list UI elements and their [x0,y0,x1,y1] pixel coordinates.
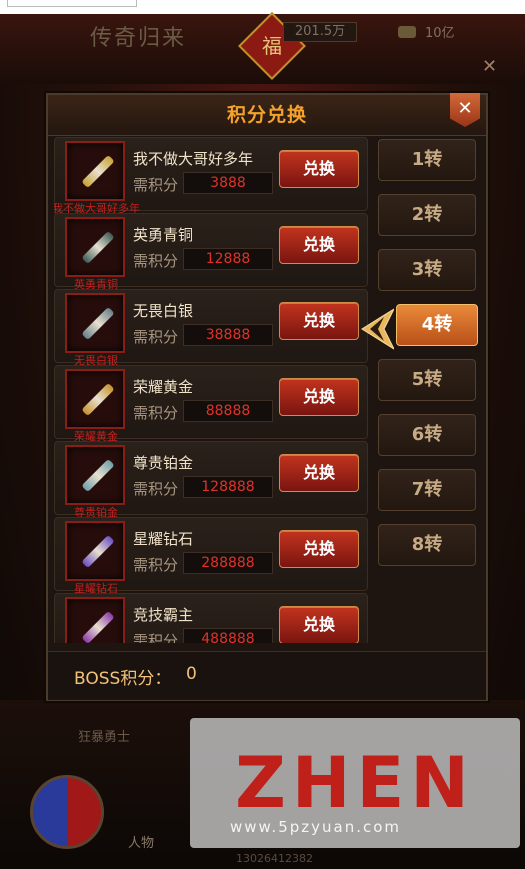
tier-tab[interactable]: 1转 [378,139,476,181]
blade-shape [81,610,115,643]
background-game-title: 传奇归来 [90,26,187,51]
item-name: 英勇青铜 [133,226,194,244]
top-input-box [7,0,137,7]
background-bottom-label: 狂暴勇士 [78,730,131,745]
required-points: 488888 [183,628,273,643]
blade-shape [81,306,115,341]
weapon-icon [65,293,125,353]
exchange-button[interactable]: 兑换 [279,378,359,416]
person-tab[interactable]: 人物 [128,832,154,851]
need-points-label: 需积分 [133,480,179,498]
item-name: 竞技霸主 [133,606,194,624]
required-points: 38888 [183,324,273,346]
background-stat: 201.5万 [283,22,357,42]
watermark: ZHEN www.5pzyuan.com [190,718,520,848]
points-exchange-dialog: 积分兑换 ✕ 我不做大哥好多年 我不做大哥好多年 需积分 3888 兑换 英勇青铜 英勇青铜… [46,93,488,701]
need-points-label: 需积分 [133,556,179,574]
need-points-label: 需积分 [133,252,179,270]
reward-row: 竞技霸主需积分 488888 兑换 [54,593,368,643]
reward-row: 英勇青铜 英勇青铜 需积分 12888 兑换 [54,213,368,291]
need-points-label: 需积分 [133,404,179,422]
blade-shape [81,458,115,493]
exchange-button[interactable]: 兑换 [279,454,359,492]
weapon-icon [65,597,125,643]
tier-tab[interactable]: 3转 [378,249,476,291]
active-tier-arrow-icon [361,308,394,350]
tier-tab[interactable]: 8转 [378,524,476,566]
boss-points-value: 0 [186,664,197,684]
required-points: 128888 [183,476,273,498]
dialog-header: 积分兑换 [48,95,486,136]
reward-list[interactable]: 我不做大哥好多年 我不做大哥好多年 需积分 3888 兑换 英勇青铜 英勇青铜 需积分 1288… [54,135,368,643]
tier-tab[interactable]: 7转 [378,469,476,511]
watermark-url: www.5pzyuan.com [230,818,402,836]
exchange-button[interactable]: 兑换 [279,226,359,264]
watermark-text: ZHEN [235,742,475,824]
reward-row: 尊贵铂金 尊贵铂金 需积分 128888 兑换 [54,441,368,519]
blade-shape [81,230,115,265]
boss-points-label: BOSS积分： [74,669,172,689]
coin-icon [398,26,416,38]
exchange-button[interactable]: 兑换 [279,606,359,643]
need-points-label: 需积分 [133,176,179,194]
required-points: 288888 [183,552,273,574]
weapon-icon [65,369,125,429]
weapon-icon [65,445,125,505]
weapon-icon [65,521,125,581]
required-points: 3888 [183,172,273,194]
item-name: 无畏白银 [133,302,194,320]
need-points-label: 需积分 [133,632,179,643]
background-phone-text: 13026412382 [236,852,313,865]
background-close-icon[interactable]: ✕ [482,56,497,77]
tier-tab[interactable]: 4转 [396,304,478,346]
item-name: 我不做大哥好多年 [133,150,254,168]
exchange-button[interactable]: 兑换 [279,302,359,340]
weapon-icon [65,217,125,277]
yinyang-icon [30,775,104,849]
blade-shape [81,154,115,189]
blade-shape [81,534,115,569]
tier-tab[interactable]: 2转 [378,194,476,236]
exchange-button[interactable]: 兑换 [279,150,359,188]
tier-tab[interactable]: 5转 [378,359,476,401]
reward-row: 荣耀黄金 荣耀黄金 需积分 88888 兑换 [54,365,368,443]
item-name: 荣耀黄金 [133,378,194,396]
required-points: 12888 [183,248,273,270]
exchange-button[interactable]: 兑换 [279,530,359,568]
required-points: 88888 [183,400,273,422]
close-icon: ✕ [457,98,473,119]
blade-shape [81,382,115,417]
dialog-title: 积分兑换 [226,104,307,126]
tier-tab[interactable]: 6转 [378,414,476,456]
need-points-label: 需积分 [133,328,179,346]
background-stat-2: 10亿 [425,26,455,41]
item-name: 尊贵铂金 [133,454,194,472]
reward-row: 我不做大哥好多年 我不做大哥好多年 需积分 3888 兑换 [54,137,368,215]
dialog-footer: BOSS积分： 0 [48,651,486,700]
reward-row: 星耀钻石 星耀钻石 需积分 288888 兑换 [54,517,368,595]
reward-row: 无畏白银 无畏白银 需积分 38888 兑换 [54,289,368,367]
item-name: 星耀钻石 [133,530,194,548]
weapon-icon [65,141,125,201]
